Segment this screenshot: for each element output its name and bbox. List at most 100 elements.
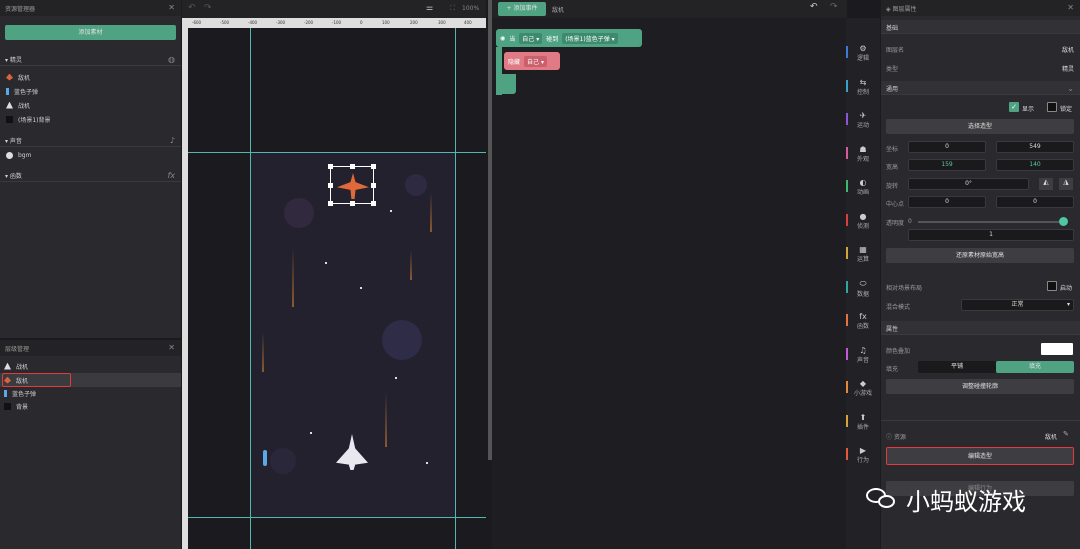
rotate-input[interactable]: 0°	[908, 178, 1029, 190]
event-block[interactable]: ◉ 当 自己 ▾ 碰到 (场景1)蓝色子弹 ▾	[496, 29, 642, 47]
category-label: 动画	[856, 189, 869, 196]
center-y-input[interactable]: 0	[996, 196, 1074, 208]
action-block[interactable]: 隐藏 自己 ▾	[504, 52, 560, 70]
x-input[interactable]: 0	[908, 141, 986, 153]
sound-section[interactable]: ▾ 声音 ♪	[0, 133, 181, 147]
add-event-button[interactable]: + 添加事件	[498, 2, 546, 16]
play-icon	[6, 151, 13, 159]
category-icon: ▦	[859, 245, 867, 254]
category-3[interactable]: ☗ 外观	[846, 145, 878, 163]
fill-tile-option[interactable]: 平铺	[918, 361, 996, 373]
layer-item[interactable]: 敌机	[4, 374, 28, 386]
edit-shape-button[interactable]: 编辑造型	[886, 447, 1074, 465]
category-2[interactable]: ✈ 运动	[846, 111, 878, 129]
edit-pencil-icon[interactable]: ✎	[1063, 430, 1069, 438]
flip-horizontal-icon[interactable]: ◭	[1039, 178, 1053, 190]
show-checkbox[interactable]: ✓	[1009, 102, 1019, 112]
target-dropdown[interactable]: (场景1)蓝色子弹 ▾	[562, 32, 618, 44]
close-icon[interactable]: ✕	[168, 343, 175, 352]
resize-handle[interactable]	[328, 164, 333, 169]
height-input[interactable]: 140	[996, 159, 1074, 171]
resize-handle[interactable]	[328, 183, 333, 188]
ruler-tick: 0	[360, 20, 363, 25]
enemy-plane-sprite[interactable]	[328, 164, 376, 206]
plus-icon: +	[506, 5, 512, 12]
function-section[interactable]: ▾ 函数 fx	[0, 168, 181, 182]
layer-item[interactable]: 背景	[4, 400, 28, 412]
center-x-input[interactable]: 0	[908, 196, 986, 208]
choose-shape-button[interactable]: 选择造型	[886, 119, 1074, 134]
adjust-collision-button[interactable]: 调整碰撞轮廓	[886, 379, 1074, 394]
microphone-icon[interactable]: ♪	[170, 136, 175, 145]
category-icon: ⬆	[859, 412, 867, 422]
layer-item[interactable]: 蓝色子弹	[4, 387, 36, 399]
stage[interactable]	[250, 152, 455, 517]
redo-icon[interactable]: ↷	[204, 3, 212, 13]
layer-item[interactable]: 战机	[4, 360, 28, 372]
list-item-label: (场景1)背景	[18, 116, 51, 124]
undo-icon[interactable]: ↶	[188, 3, 196, 13]
category-label: 运算	[856, 256, 869, 263]
fill-fill-option[interactable]: 填充	[996, 361, 1074, 373]
restore-size-button[interactable]: 还原素材原始宽高	[886, 248, 1074, 263]
zoom-level[interactable]: 100%	[462, 5, 479, 12]
meteor-trail	[292, 247, 294, 307]
redo-icon[interactable]: ↷	[830, 2, 838, 12]
opacity-slider[interactable]	[918, 221, 1066, 223]
resize-handle[interactable]	[350, 201, 355, 206]
y-input[interactable]: 549	[996, 141, 1074, 153]
category-11[interactable]: ⬆ 插件	[846, 412, 878, 431]
attributes-section[interactable]: 属性	[881, 321, 1080, 335]
resize-handle[interactable]	[328, 201, 333, 206]
relative-layout-checkbox[interactable]	[1047, 281, 1057, 291]
star	[325, 262, 327, 264]
category-12[interactable]: ▶ 行为	[846, 446, 878, 464]
resize-handle[interactable]	[371, 183, 376, 188]
resize-handle[interactable]	[371, 164, 376, 169]
basic-section[interactable]: 基础	[881, 20, 1080, 34]
opacity-slider-thumb[interactable]	[1059, 217, 1068, 226]
category-6[interactable]: ▦ 运算	[846, 245, 878, 263]
category-0[interactable]: ⚙ 逻辑	[846, 44, 878, 62]
general-section[interactable]: 通用 ⌄	[881, 81, 1080, 95]
list-item[interactable]: (场景1)背景	[6, 113, 51, 125]
ruler-tick: -500	[220, 20, 230, 25]
close-icon[interactable]: ✕	[168, 3, 175, 12]
width-input[interactable]: 159	[908, 159, 986, 171]
object-dropdown[interactable]: 自己 ▾	[519, 32, 543, 44]
list-item[interactable]: 战机	[6, 99, 30, 111]
category-5[interactable]: ● 侦测	[846, 212, 878, 230]
adjust-icon[interactable]: ⚌	[426, 3, 433, 12]
category-1[interactable]: ⇆ 控制	[846, 78, 878, 96]
color-add-label: 颜色叠加	[886, 348, 911, 355]
opacity-input[interactable]: 1	[908, 229, 1074, 241]
color-swatch[interactable]	[1041, 343, 1073, 355]
bullet-sprite[interactable]	[263, 450, 267, 466]
category-4[interactable]: ◐ 动画	[846, 178, 878, 196]
blend-mode-select[interactable]: 正常 ▾	[961, 299, 1074, 311]
add-asset-button[interactable]: 添加素材	[5, 25, 176, 40]
list-item[interactable]: 敌机	[6, 71, 30, 83]
fighter-plane-sprite[interactable]	[336, 434, 368, 470]
canvas-area[interactable]	[188, 28, 486, 549]
category-icon: ⚙	[859, 44, 867, 53]
palette-icon[interactable]: ◍	[168, 55, 175, 64]
close-icon[interactable]: ✕	[1067, 3, 1074, 12]
flip-vertical-icon[interactable]: ◮	[1059, 178, 1073, 190]
list-item[interactable]: 蓝色子弹	[6, 85, 38, 97]
lock-checkbox[interactable]	[1047, 102, 1057, 112]
fullscreen-icon[interactable]: ⛶	[450, 4, 455, 13]
sprites-section[interactable]: ▾ 精灵 ◍	[0, 52, 181, 66]
resize-handle[interactable]	[350, 164, 355, 169]
list-item[interactable]: bgm	[6, 149, 31, 161]
function-icon[interactable]: fx	[167, 171, 175, 180]
object-dropdown[interactable]: 自己 ▾	[524, 55, 547, 67]
list-item-label: bgm	[18, 151, 32, 159]
script-canvas[interactable]: ◉ 当 自己 ▾ 碰到 (场景1)蓝色子弹 ▾ 隐藏 自己 ▾	[492, 18, 847, 549]
resize-handle[interactable]	[371, 201, 376, 206]
category-10[interactable]: ◆ 小游戏	[846, 379, 878, 397]
category-8[interactable]: fx 函数	[846, 312, 878, 330]
category-9[interactable]: ♫ 声音	[846, 346, 878, 364]
undo-icon[interactable]: ↶	[810, 2, 818, 12]
category-7[interactable]: ⬭ 数据	[846, 279, 878, 298]
